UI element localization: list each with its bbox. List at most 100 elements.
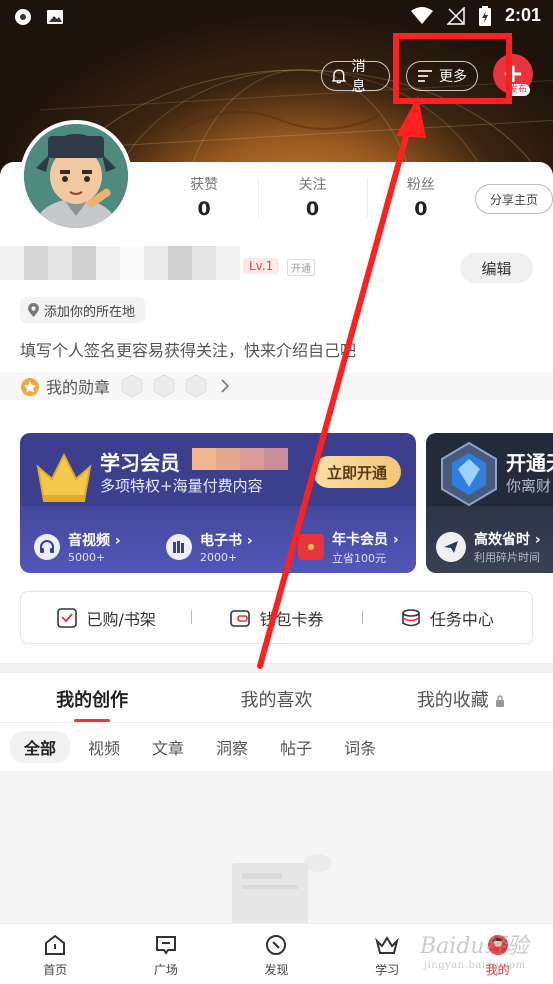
level-badge[interactable]: Lv.1 bbox=[243, 258, 280, 274]
watermark-text: Baidu经验 bbox=[420, 934, 529, 959]
study-membership-card[interactable]: 学习会员 多项特权+海量付费内容 立即开通 音视频 › 5000+ 电子书 › 20… bbox=[20, 433, 416, 573]
nav-square-label: 广场 bbox=[153, 963, 178, 977]
benefit-ebooks[interactable]: 电子书 › 2000+ bbox=[152, 521, 284, 573]
benefit-annual-card[interactable]: 年卡会员 › 立省100元 bbox=[284, 521, 416, 573]
home-icon bbox=[45, 934, 66, 955]
cartoon-scholar-avatar-icon bbox=[24, 124, 128, 228]
nav-square[interactable]: 广场 bbox=[111, 924, 222, 984]
medal-slots bbox=[120, 374, 208, 398]
bell-icon bbox=[332, 68, 346, 84]
membership-mosaic-redacted bbox=[192, 448, 288, 470]
task-center-button[interactable]: 任务中心 bbox=[361, 606, 532, 630]
profile-stats: 获赞 0 关注 0 粉丝 0 bbox=[150, 174, 475, 224]
filter-article[interactable]: 文章 bbox=[138, 731, 198, 763]
share-profile-button[interactable]: 分享主页 bbox=[475, 184, 553, 214]
content-filter-tabs: 全部 视频 文章 洞察 帖子 词条 bbox=[10, 731, 390, 763]
compass-icon bbox=[266, 935, 287, 955]
messages-label: 消息 bbox=[351, 59, 366, 95]
purchased-bookshelf-label: 已购/书架 bbox=[86, 609, 156, 629]
no-signal-icon bbox=[446, 6, 465, 25]
wallet-coupons-label: 钱包卡券 bbox=[259, 609, 324, 629]
empty-medal-slot-icon bbox=[185, 374, 207, 398]
battery-charging-icon bbox=[478, 5, 491, 26]
second-membership-title: 开通天 bbox=[506, 451, 553, 475]
stat-likes-label: 获赞 bbox=[190, 177, 219, 193]
tab-my-favorites[interactable]: 我的收藏 bbox=[369, 673, 553, 722]
membership-benefits: 音视频 › 5000+ 电子书 › 2000+ 年卡会员 › 立省100元 bbox=[20, 521, 416, 573]
medals-row[interactable]: 我的勋章 bbox=[0, 372, 553, 400]
books-icon bbox=[166, 534, 192, 560]
edit-profile-button[interactable]: 编辑 bbox=[460, 253, 533, 283]
stat-followers-value: 0 bbox=[414, 198, 428, 220]
status-time: 2:01 bbox=[504, 5, 541, 25]
benefit-ebooks-title: 电子书 bbox=[200, 533, 242, 549]
tab-my-likes[interactable]: 我的喜欢 bbox=[184, 673, 368, 722]
nav-study-label: 学习 bbox=[375, 963, 400, 977]
nav-home[interactable]: 首页 bbox=[0, 924, 111, 984]
benefit-audio-video[interactable]: 音视频 › 5000+ bbox=[20, 521, 152, 573]
second-membership-benefit[interactable]: 高效省时 › 利用碎片时间 bbox=[436, 529, 541, 565]
wallet-icon bbox=[230, 609, 251, 627]
second-benefit-title: 高效省时 bbox=[474, 532, 530, 548]
stat-likes[interactable]: 获赞 0 bbox=[150, 174, 258, 224]
notification-app-icon bbox=[15, 9, 31, 25]
baidu-watermark: Baidu经验 jingyan.baidu.com bbox=[420, 928, 529, 971]
stat-following[interactable]: 关注 0 bbox=[258, 174, 366, 224]
open-vip-badge[interactable]: 开通 bbox=[287, 259, 315, 276]
benefit-audio-video-count: 5000+ bbox=[68, 551, 106, 564]
medals-label: 我的勋章 bbox=[46, 378, 111, 397]
filter-entry[interactable]: 词条 bbox=[330, 731, 390, 763]
tab-my-creations[interactable]: 我的创作 bbox=[0, 673, 184, 722]
nav-discover-label: 发现 bbox=[264, 963, 289, 977]
empty-medal-slot-icon bbox=[121, 374, 143, 398]
nav-home-label: 首页 bbox=[43, 963, 68, 977]
empty-content-area bbox=[0, 771, 553, 923]
section-divider bbox=[0, 663, 553, 673]
empty-state-illustration bbox=[232, 854, 332, 923]
messages-button[interactable]: 消息 bbox=[321, 59, 390, 95]
content-tabs: 我的创作 我的喜欢 我的收藏 bbox=[0, 673, 553, 723]
wallet-coupons-button[interactable]: 钱包卡券 bbox=[191, 606, 361, 630]
benefit-ebooks-count: 2000+ bbox=[200, 551, 238, 564]
filter-insight[interactable]: 洞察 bbox=[202, 731, 262, 763]
coin-stack-icon bbox=[402, 608, 420, 626]
second-membership-card[interactable]: 开通天 你离财 高效省时 ›利用碎片时间 bbox=[426, 433, 553, 573]
username-mosaic-redacted bbox=[0, 246, 240, 280]
headphones-icon bbox=[34, 534, 60, 560]
nav-discover[interactable]: 发现 bbox=[221, 924, 332, 984]
stat-followers-label: 粉丝 bbox=[406, 177, 435, 193]
chevron-right-icon bbox=[221, 379, 230, 393]
avatar[interactable] bbox=[20, 120, 132, 232]
purchased-bookshelf-button[interactable]: 已购/书架 bbox=[21, 606, 191, 630]
empty-medal-slot-icon bbox=[153, 374, 175, 398]
add-location-button[interactable]: 添加你的所在地 bbox=[20, 297, 146, 323]
second-membership-subtitle: 你离财 bbox=[506, 477, 552, 495]
blue-gem-icon bbox=[441, 441, 497, 507]
open-membership-button[interactable]: 立即开通 bbox=[313, 456, 401, 488]
bookshelf-check-icon bbox=[57, 607, 78, 628]
benefit-audio-video-title: 音视频 bbox=[68, 533, 110, 549]
second-benefit-sub: 利用碎片时间 bbox=[474, 551, 540, 564]
location-label: 添加你的所在地 bbox=[44, 304, 136, 320]
medal-icon bbox=[21, 378, 39, 396]
membership-title: 学习会员 bbox=[100, 451, 180, 475]
stat-likes-value: 0 bbox=[197, 198, 211, 220]
annotation-highlight-box bbox=[393, 33, 512, 104]
stat-following-value: 0 bbox=[305, 198, 320, 220]
benefit-annual-card-save: 立省100元 bbox=[332, 551, 386, 565]
paper-plane-icon bbox=[436, 532, 466, 562]
lock-icon bbox=[495, 695, 504, 707]
task-center-label: 任务中心 bbox=[429, 609, 494, 629]
quick-actions-bar: 已购/书架 钱包卡券 任务中心 bbox=[20, 591, 533, 644]
gold-crown-icon bbox=[36, 452, 92, 502]
gallery-notification-icon bbox=[47, 10, 63, 24]
filter-all[interactable]: 全部 bbox=[10, 731, 71, 763]
stat-followers[interactable]: 粉丝 0 bbox=[366, 174, 475, 224]
crown-icon bbox=[375, 936, 399, 954]
bio-text[interactable]: 填写个人签名更容易获得关注，快来介绍自己吧 bbox=[20, 337, 356, 361]
watermark-url: jingyan.baidu.com bbox=[424, 960, 526, 971]
red-envelope-icon bbox=[298, 534, 324, 560]
location-pin-icon bbox=[28, 303, 39, 317]
filter-post[interactable]: 帖子 bbox=[266, 731, 326, 763]
filter-video[interactable]: 视频 bbox=[74, 731, 134, 763]
